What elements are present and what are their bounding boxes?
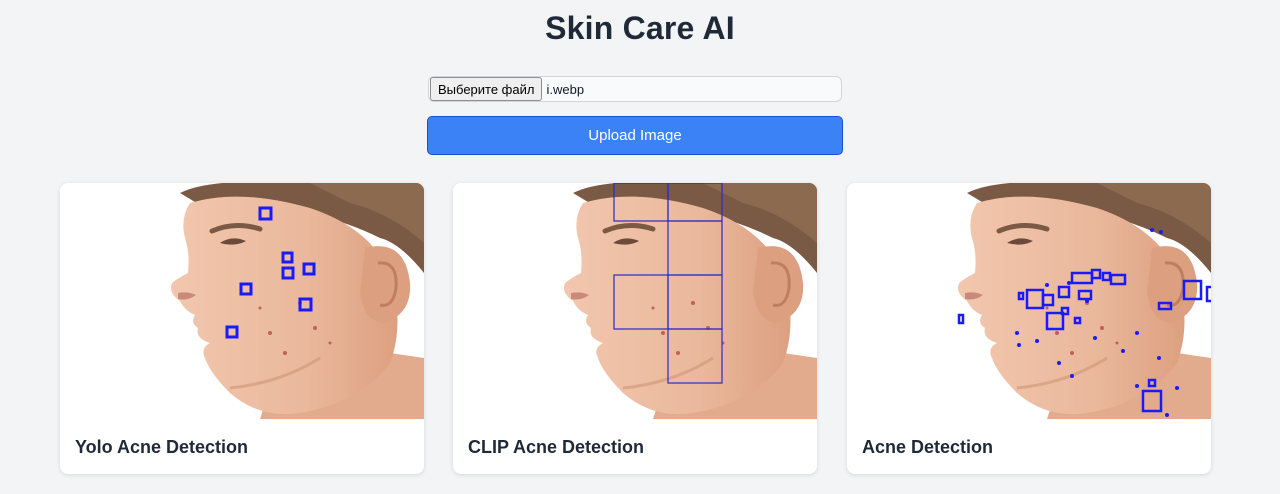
clip-card-label: CLIP Acne Detection xyxy=(468,437,645,457)
acne-result-card: Acne Detection xyxy=(847,183,1211,474)
acne-card-label: Acne Detection xyxy=(862,437,994,457)
upload-image-button[interactable]: Upload Image xyxy=(427,116,843,155)
page-title: Skin Care AI xyxy=(545,10,735,46)
yolo-result-image xyxy=(60,183,424,419)
file-input[interactable]: Выберите файл i.webp xyxy=(428,76,842,102)
selected-file-name: i.webp xyxy=(546,81,585,97)
yolo-card-label: Yolo Acne Detection xyxy=(75,437,249,457)
yolo-result-card: Yolo Acne Detection xyxy=(60,183,424,474)
choose-file-button[interactable]: Выберите файл xyxy=(430,77,543,101)
clip-result-card: CLIP Acne Detection xyxy=(453,183,817,474)
clip-result-image xyxy=(453,183,817,419)
acne-result-image xyxy=(847,183,1211,419)
